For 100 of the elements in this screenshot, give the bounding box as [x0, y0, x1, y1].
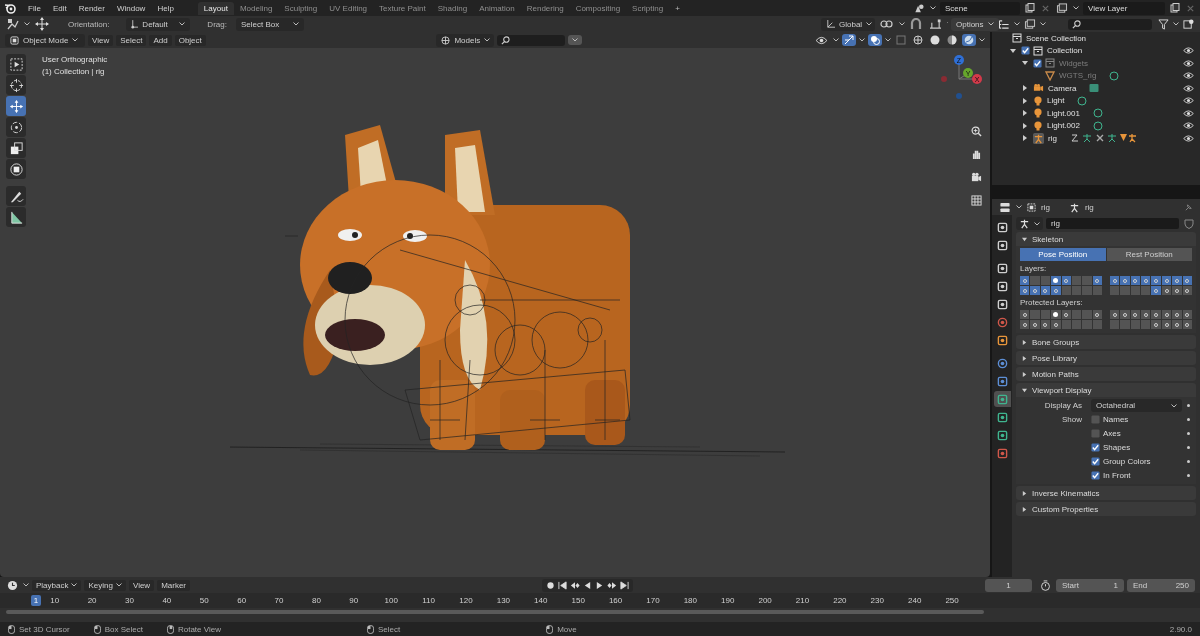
checkbox-label[interactable]: Names: [1103, 415, 1129, 424]
layer-toggle[interactable]: [1020, 320, 1030, 329]
layer-toggle[interactable]: [1182, 320, 1192, 329]
list-icon[interactable]: [998, 18, 1010, 30]
pose-toggle[interactable]: Rest Position: [1106, 248, 1192, 261]
layer-toggle[interactable]: [1040, 276, 1051, 285]
hand-icon[interactable]: [971, 149, 982, 160]
layer-toggle[interactable]: [1120, 310, 1130, 319]
current-frame-marker[interactable]: 1: [30, 595, 42, 607]
panel-title[interactable]: Viewport Display: [1032, 385, 1092, 395]
keyframe-dot-icon[interactable]: [1187, 460, 1190, 463]
layer-toggle[interactable]: [1082, 320, 1092, 329]
solid-shading-icon[interactable]: [930, 35, 940, 45]
layer-toggle[interactable]: [1071, 320, 1082, 329]
layer-toggle[interactable]: [1061, 276, 1071, 285]
light-data-icon[interactable]: [1092, 108, 1103, 119]
workspace-tab[interactable]: Animation: [473, 1, 521, 15]
end-frame-field[interactable]: End 250: [1127, 578, 1195, 592]
header-menu[interactable]: Object: [174, 34, 206, 46]
layer-toggle[interactable]: [1061, 310, 1071, 319]
outliner-item-label[interactable]: Light.001: [1047, 108, 1080, 118]
layer-toggle[interactable]: [1141, 276, 1151, 285]
workspace-tab[interactable]: Texture Paint: [373, 1, 432, 15]
expand-arrow-icon[interactable]: [1022, 387, 1027, 393]
add-workspace-button[interactable]: +: [669, 1, 686, 15]
keyframe-dot-icon[interactable]: [1187, 404, 1190, 407]
outliner-item-label[interactable]: Camera: [1048, 83, 1077, 93]
expand-arrow-icon[interactable]: [1022, 506, 1027, 512]
timeline-menu[interactable]: Keying: [84, 579, 126, 591]
play-icon[interactable]: [595, 580, 604, 590]
layer-toggle[interactable]: [1071, 310, 1082, 319]
data-name-field[interactable]: rig: [1046, 218, 1179, 229]
keyframe-dot-icon[interactable]: [1187, 446, 1190, 449]
checkbox-label[interactable]: Axes: [1103, 429, 1121, 438]
panel-header[interactable]: Bone Groups: [1016, 335, 1196, 349]
eye-icon[interactable]: [1183, 122, 1194, 130]
layer-toggle[interactable]: [1161, 286, 1172, 295]
panel-header[interactable]: Inverse Kinematics: [1016, 486, 1196, 500]
layer-toggle[interactable]: [1030, 310, 1040, 319]
light-data-icon[interactable]: [1077, 95, 1088, 106]
eye-icon[interactable]: [1183, 72, 1194, 80]
timeline-scrollbar[interactable]: [6, 610, 984, 614]
eye-icon[interactable]: [1183, 47, 1194, 55]
timeline-menu[interactable]: Playback: [32, 579, 82, 591]
workspace-tab[interactable]: Rendering: [520, 1, 570, 15]
workspace-tab[interactable]: Modeling: [233, 1, 279, 15]
option-checkbox[interactable]: [1091, 415, 1100, 424]
keyframe-dot-icon[interactable]: [1187, 474, 1190, 477]
light-data-icon[interactable]: [1092, 120, 1103, 131]
keyframe-dot-icon[interactable]: [1187, 418, 1190, 421]
camera-data-icon[interactable]: [1089, 83, 1100, 94]
close-icon[interactable]: [1041, 3, 1050, 13]
orientation-dropdown[interactable]: Default: [126, 17, 191, 31]
panel-title[interactable]: Bone Groups: [1032, 337, 1080, 347]
snap-icon[interactable]: [929, 18, 942, 30]
shield-icon[interactable]: [1184, 218, 1194, 229]
panel-header[interactable]: Pose Library: [1016, 351, 1196, 365]
layer-toggle[interactable]: [1030, 276, 1040, 285]
clock-icon[interactable]: [7, 579, 18, 591]
layer-toggle[interactable]: [1161, 276, 1172, 285]
layer-toggle[interactable]: [1120, 320, 1130, 329]
menu-item[interactable]: Render: [74, 3, 109, 13]
timeline-menu[interactable]: Marker: [157, 579, 191, 591]
outliner-item-label[interactable]: Scene Collection: [1026, 33, 1087, 43]
menu-item[interactable]: Help: [153, 3, 178, 13]
filter-toggle[interactable]: [568, 35, 583, 45]
layer-toggle[interactable]: [1141, 310, 1151, 319]
header-menu[interactable]: Select: [116, 34, 147, 46]
layer-toggle[interactable]: [1141, 320, 1151, 329]
layer-toggle[interactable]: [1130, 276, 1141, 285]
outliner-item-label[interactable]: Light.002: [1047, 121, 1080, 131]
collection-filter-dropdown[interactable]: Models: [436, 33, 495, 47]
layer-toggle[interactable]: [1092, 276, 1103, 285]
panel-header[interactable]: Motion Paths: [1016, 367, 1196, 381]
layer-toggle[interactable]: [1051, 320, 1061, 329]
cursor-tool[interactable]: [6, 75, 26, 95]
wireframe-shading-icon[interactable]: [913, 35, 923, 45]
zoom-icon[interactable]: [971, 126, 982, 137]
layer-toggle[interactable]: [1182, 286, 1192, 295]
next-keyframe-icon[interactable]: [607, 580, 617, 590]
funnel-icon[interactable]: [1158, 18, 1169, 30]
layer-toggle[interactable]: [1151, 310, 1161, 319]
option-checkbox[interactable]: [1091, 471, 1100, 480]
layer-toggle[interactable]: [1182, 276, 1192, 285]
layer-toggle[interactable]: [1082, 286, 1092, 295]
expand-arrow-icon[interactable]: [1022, 85, 1028, 92]
panel-header[interactable]: Custom Properties: [1016, 502, 1196, 516]
option-checkbox[interactable]: [1091, 429, 1100, 438]
eye-icon[interactable]: [815, 35, 828, 45]
workspace-tab[interactable]: Shading: [431, 1, 474, 15]
new-collection-icon[interactable]: [1183, 18, 1194, 30]
drag-dropdown[interactable]: Select Box: [235, 17, 304, 31]
mesh-data-icon[interactable]: [1109, 70, 1120, 81]
annotate-tool[interactable]: [6, 186, 26, 206]
options-dropdown[interactable]: Options: [951, 17, 999, 31]
close-icon[interactable]: [1186, 3, 1195, 13]
stopwatch-icon[interactable]: [1040, 579, 1051, 591]
layer-toggle[interactable]: [1130, 320, 1141, 329]
layer-toggle[interactable]: [1109, 320, 1120, 329]
eye-icon[interactable]: [1183, 84, 1194, 92]
